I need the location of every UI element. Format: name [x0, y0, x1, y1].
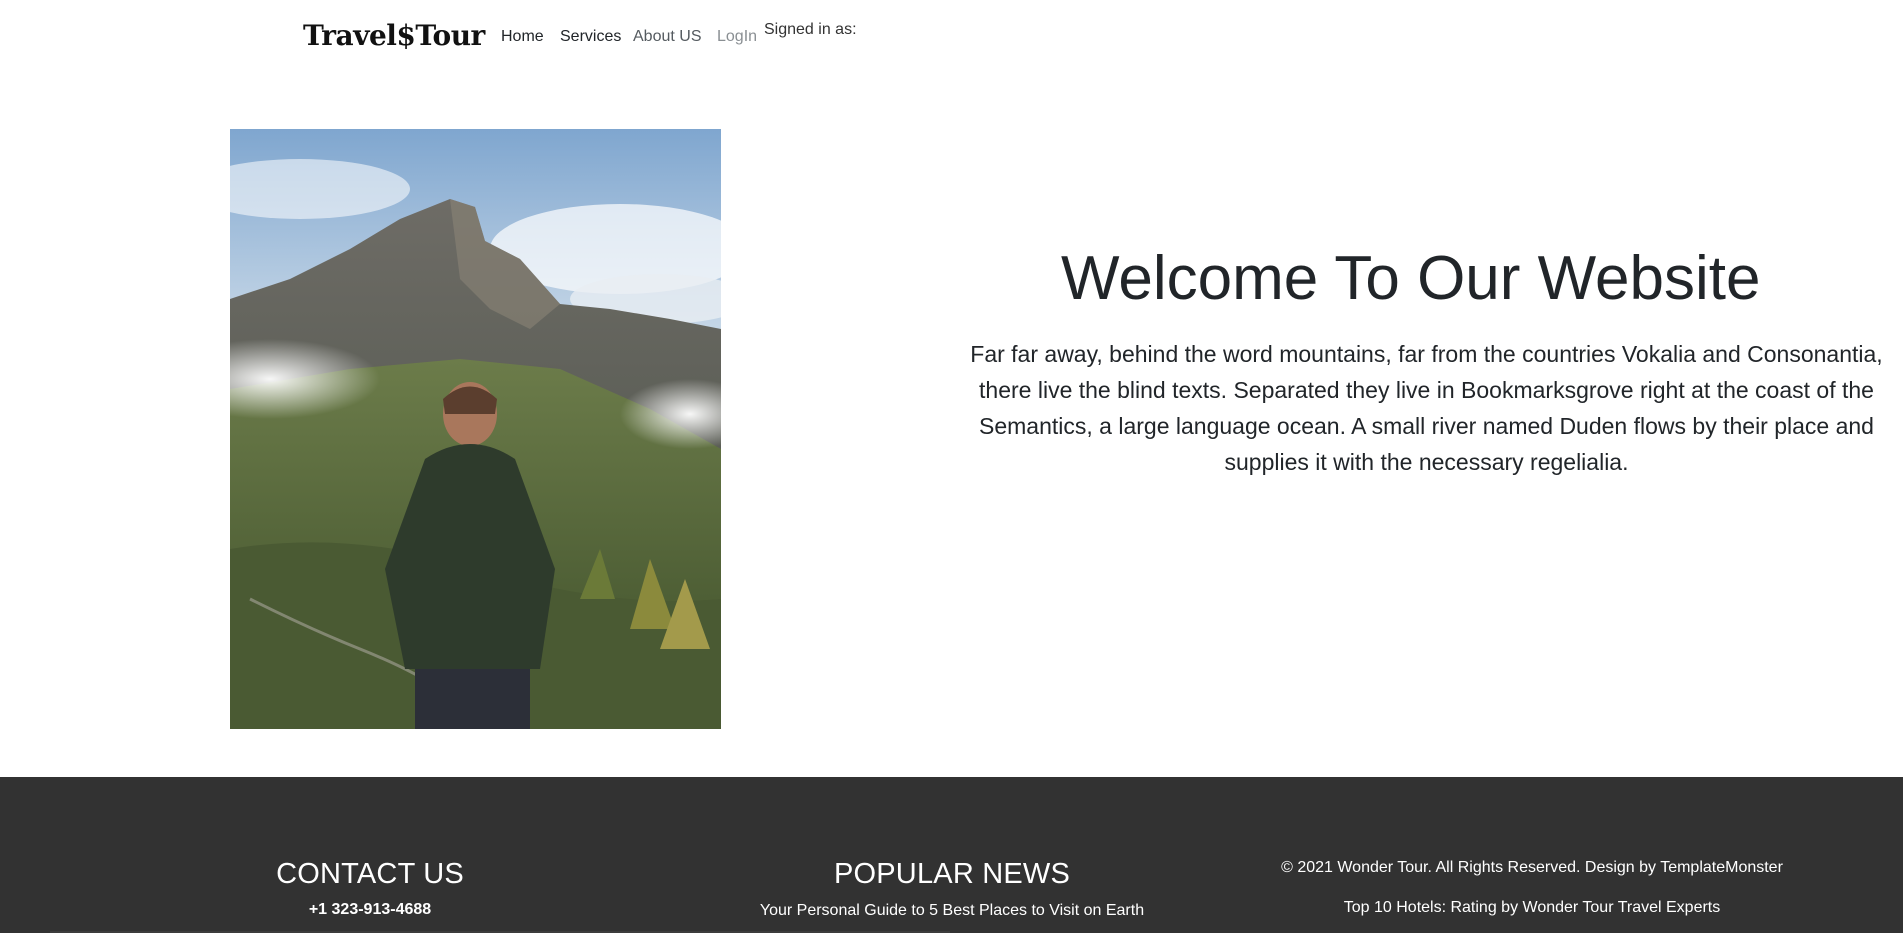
nav-services-link[interactable]: Services	[560, 28, 621, 46]
brand-logo[interactable]: Travel$Tour	[303, 19, 485, 52]
signed-in-label: Signed in as:	[764, 21, 857, 38]
footer-contact-heading: CONTACT US	[276, 858, 464, 890]
footer-phone[interactable]: +1 323-913-4688	[237, 901, 503, 919]
footer-hotels-link[interactable]: Top 10 Hotels: Rating by Wonder Tour Tra…	[1270, 899, 1794, 917]
nav-login-link[interactable]: LogIn	[717, 28, 757, 46]
footer-news-link[interactable]: Your Personal Guide to 5 Best Places to …	[712, 902, 1192, 920]
hero-mountain-illustration	[230, 129, 721, 729]
nav-home-link[interactable]: Home	[501, 28, 544, 46]
hero-image	[230, 129, 721, 729]
footer-copyright: © 2021 Wonder Tour. All Rights Reserved.…	[1281, 859, 1783, 876]
hero-description: Far far away, behind the word mountains,…	[970, 341, 1883, 475]
page: Travel$Tour Home Services About US LogIn…	[0, 0, 1903, 933]
footer-news-heading: POPULAR NEWS	[833, 858, 1071, 890]
nav-about-link[interactable]: About US	[633, 28, 701, 46]
hero-title: Welcome To Our Website	[1061, 244, 1761, 313]
footer: CONTACT US +1 323-913-4688 POPULAR NEWS …	[0, 777, 1903, 933]
